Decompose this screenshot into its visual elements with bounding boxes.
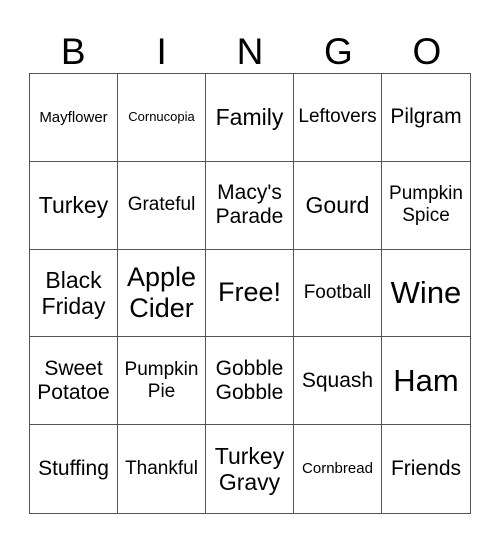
bingo-cell[interactable]: Grateful <box>118 161 206 250</box>
bingo-cell[interactable]: Turkey <box>30 161 118 250</box>
bingo-cell[interactable]: Free! <box>206 249 294 338</box>
bingo-cell[interactable]: Macy's Parade <box>206 161 294 250</box>
bingo-cell[interactable]: Mayflower <box>30 74 118 162</box>
header-letter-o: O <box>412 31 442 72</box>
bingo-cell[interactable]: Football <box>294 249 382 338</box>
bingo-cell[interactable]: Friends <box>382 425 470 513</box>
bingo-grid: Mayflower Cornucopia Family Leftovers Pilgra… <box>29 73 471 514</box>
bingo-cell[interactable]: Ham <box>382 337 470 426</box>
bingo-cell[interactable]: Turkey Gravy <box>206 425 294 513</box>
bingo-cell[interactable]: Wine <box>382 250 470 338</box>
bingo-cell[interactable]: Pilgram <box>382 74 470 162</box>
header-letter-i: I <box>156 31 167 72</box>
bingo-cell[interactable]: Leftovers <box>294 74 382 162</box>
bingo-cell[interactable]: Black Friday <box>30 249 118 338</box>
bingo-header: B I N G O <box>29 30 471 74</box>
bingo-cell[interactable]: Apple Cider <box>118 249 206 338</box>
header-letter-g: G <box>324 31 353 72</box>
bingo-cell[interactable]: Gourd <box>294 161 382 250</box>
bingo-cell[interactable]: Squash <box>294 337 382 426</box>
header-letter-n: N <box>236 31 264 72</box>
bingo-cell[interactable]: Gobble Gobble <box>206 337 294 426</box>
bingo-cell[interactable]: Cornbread <box>294 425 382 513</box>
bingo-cell[interactable]: Pumpkin Spice <box>382 162 470 250</box>
bingo-cell[interactable]: Thankful <box>118 425 206 513</box>
bingo-cell[interactable]: Family <box>206 74 294 162</box>
bingo-cell[interactable]: Pumpkin Pie <box>118 337 206 426</box>
header-letter-b: B <box>60 31 86 72</box>
bingo-cell[interactable]: Cornucopia <box>118 74 206 162</box>
bingo-cell[interactable]: Stuffing <box>30 425 118 513</box>
bingo-cell[interactable]: Sweet Potatoe <box>30 337 118 426</box>
